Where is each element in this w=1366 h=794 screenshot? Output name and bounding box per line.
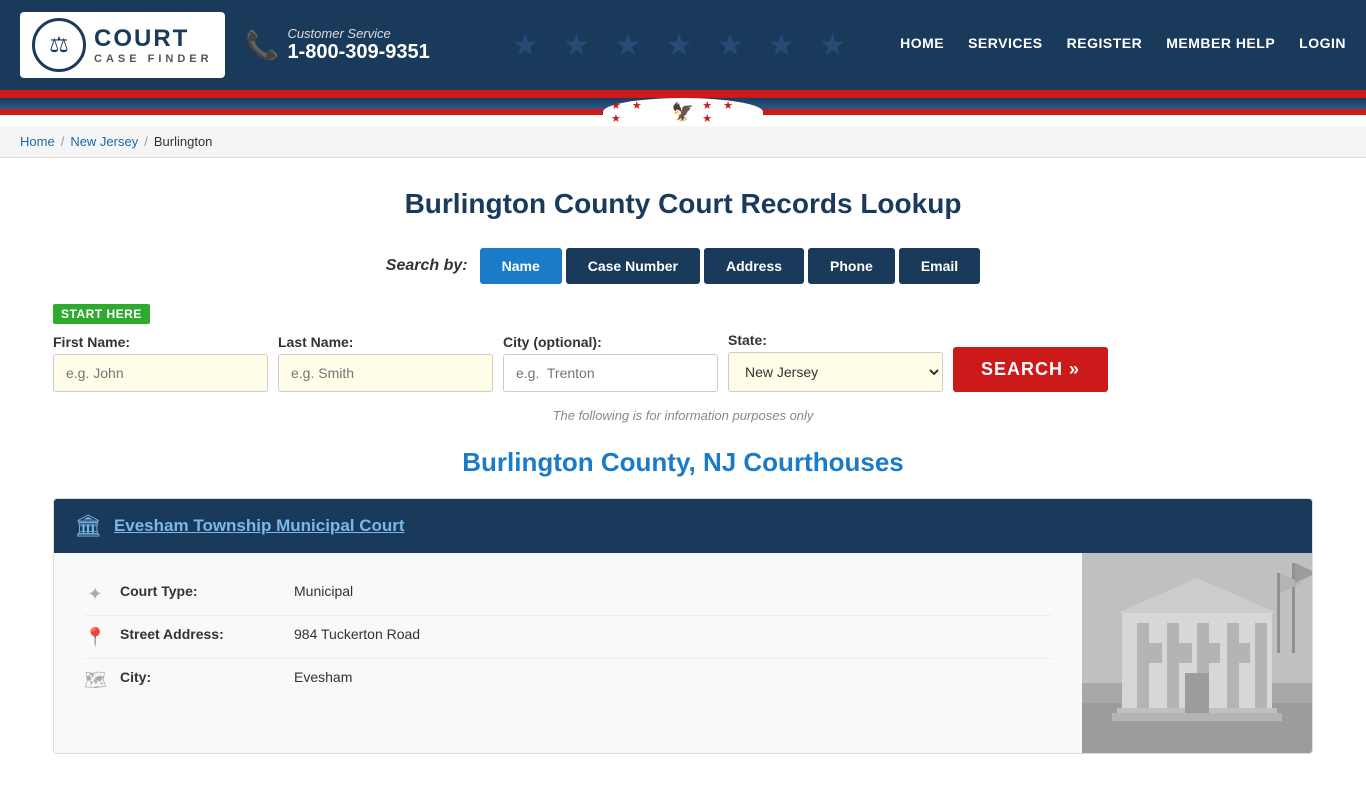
logo-emblem: ⚖ (32, 18, 86, 72)
nav-home[interactable]: HOME (900, 35, 944, 55)
courthouse-image (1082, 553, 1312, 753)
address-value: 984 Tuckerton Road (294, 626, 420, 642)
customer-service: 📞 Customer Service 1-800-309-9351 (245, 26, 430, 64)
breadcrumb: Home / New Jersey / Burlington (0, 126, 1366, 158)
tab-email[interactable]: Email (899, 248, 980, 284)
last-name-label: Last Name: (278, 334, 493, 350)
nav-services[interactable]: SERVICES (968, 35, 1043, 55)
detail-city: 🗺 City: Evesham (84, 659, 1052, 701)
state-label: State: (728, 332, 943, 348)
city-icon: 🗺 (84, 670, 106, 691)
state-select[interactable]: New Jersey Alabama Alaska Arizona Arkans… (728, 352, 943, 392)
first-name-group: First Name: (53, 334, 268, 392)
courthouse-header: 🏛 Evesham Township Municipal Court (54, 499, 1312, 553)
address-label: Street Address: (120, 626, 280, 642)
city-row-label: City: (120, 669, 280, 685)
court-type-value: Municipal (294, 583, 353, 599)
logo-court-label: COURT (94, 25, 213, 53)
eagle-stars-left: ★ ★ ★ (603, 99, 672, 125)
address-icon: 📍 (84, 627, 106, 648)
cs-label: Customer Service (287, 26, 429, 41)
breadcrumb-sep-1: / (61, 134, 65, 149)
nav-login[interactable]: LOGIN (1299, 35, 1346, 55)
first-name-input[interactable] (53, 354, 268, 392)
eagle-banner: ★ ★ ★ 🦅 ★ ★ ★ (0, 98, 1366, 126)
courthouse-icon: 🏛 (74, 513, 102, 539)
cs-number: 1-800-309-9351 (287, 41, 429, 64)
logo-text: COURT CASE FINDER (94, 25, 213, 65)
courthouse-name[interactable]: Evesham Township Municipal Court (114, 516, 405, 536)
header-left: ⚖ COURT CASE FINDER 📞 Customer Service 1… (20, 12, 430, 78)
breadcrumb-sep-2: / (144, 134, 148, 149)
breadcrumb-state[interactable]: New Jersey (70, 134, 138, 149)
courthouse-body: ✦ Court Type: Municipal 📍 Street Address… (54, 553, 1312, 753)
court-type-label: Court Type: (120, 583, 280, 599)
tab-name[interactable]: Name (480, 248, 562, 284)
detail-address: 📍 Street Address: 984 Tuckerton Road (84, 616, 1052, 659)
site-header: ⚖ COURT CASE FINDER 📞 Customer Service 1… (0, 0, 1366, 90)
tab-phone[interactable]: Phone (808, 248, 895, 284)
eagle-stars-right: ★ ★ ★ (694, 99, 763, 125)
detail-court-type: ✦ Court Type: Municipal (84, 573, 1052, 616)
search-button[interactable]: SEARCH » (953, 347, 1108, 392)
header-stars-decoration: ★ ★ ★ ★ ★ ★ ★ (483, 0, 883, 90)
city-input[interactable] (503, 354, 718, 392)
state-group: State: New Jersey Alabama Alaska Arizona… (728, 332, 943, 392)
courthouses-title: Burlington County, NJ Courthouses (53, 447, 1313, 478)
logo[interactable]: ⚖ COURT CASE FINDER (20, 12, 225, 78)
city-label: City (optional): (503, 334, 718, 350)
city-group: City (optional): (503, 334, 718, 392)
first-name-label: First Name: (53, 334, 268, 350)
wave-bar (0, 90, 1366, 98)
breadcrumb-county: Burlington (154, 134, 213, 149)
search-by-label: Search by: (386, 257, 468, 275)
eagle-center: ★ ★ ★ 🦅 ★ ★ ★ (603, 98, 763, 126)
tab-case-number[interactable]: Case Number (566, 248, 700, 284)
search-form: First Name: Last Name: City (optional): … (53, 332, 1313, 392)
last-name-input[interactable] (278, 354, 493, 392)
tab-address[interactable]: Address (704, 248, 804, 284)
courthouse-building-svg (1082, 553, 1312, 753)
court-type-icon: ✦ (84, 584, 106, 605)
logo-case-label: CASE FINDER (94, 53, 213, 65)
city-row-value: Evesham (294, 669, 352, 685)
main-content: Burlington County Court Records Lookup S… (33, 158, 1333, 794)
phone-icon: 📞 (245, 29, 280, 62)
courthouse-details: ✦ Court Type: Municipal 📍 Street Address… (54, 553, 1082, 753)
info-note: The following is for information purpose… (53, 408, 1313, 423)
nav-register[interactable]: REGISTER (1067, 35, 1143, 55)
cs-text: Customer Service 1-800-309-9351 (287, 26, 429, 64)
main-nav: HOME SERVICES REGISTER MEMBER HELP LOGIN (900, 35, 1346, 55)
last-name-group: Last Name: (278, 334, 493, 392)
eagle-icon: 🦅 (672, 102, 694, 123)
breadcrumb-home[interactable]: Home (20, 134, 55, 149)
courthouse-card: 🏛 Evesham Township Municipal Court ✦ Cou… (53, 498, 1313, 754)
start-here-badge: START HERE (53, 304, 150, 324)
page-title: Burlington County Court Records Lookup (53, 188, 1313, 220)
nav-member-help[interactable]: MEMBER HELP (1166, 35, 1275, 55)
search-by-row: Search by: Name Case Number Address Phon… (53, 248, 1313, 284)
